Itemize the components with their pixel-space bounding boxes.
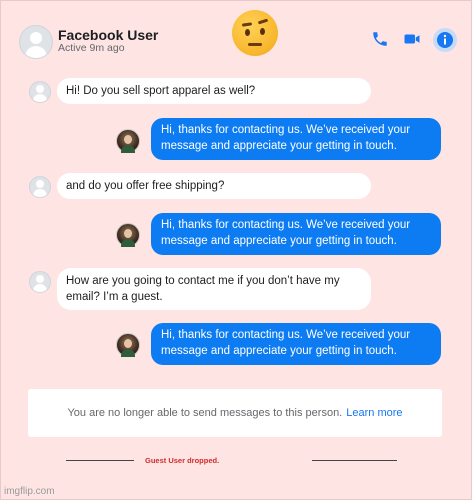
incoming-message: and do you offer free shipping?	[57, 173, 371, 199]
contact-name[interactable]: Facebook User	[58, 27, 158, 43]
info-icon	[437, 32, 453, 48]
user-avatar	[29, 271, 51, 293]
business-avatar	[116, 333, 140, 357]
phone-icon[interactable]	[371, 30, 389, 48]
business-avatar	[116, 129, 140, 153]
outgoing-message: Hi, thanks for contacting us. We’ve rece…	[151, 323, 441, 365]
raised-eyebrow-emoji	[232, 10, 278, 56]
active-status: Active 9m ago	[58, 42, 125, 54]
dropped-status: Guest User dropped.	[145, 456, 220, 465]
incoming-message: How are you going to contact me if you d…	[57, 268, 371, 310]
user-avatar	[29, 81, 51, 103]
incoming-message: Hi! Do you sell sport apparel as well?	[57, 78, 371, 104]
business-avatar	[116, 223, 140, 247]
blocked-notice: You are no longer able to send messages …	[28, 389, 442, 437]
learn-more-link[interactable]: Learn more	[346, 407, 402, 419]
watermark: imgflip.com	[4, 486, 55, 497]
divider-line	[66, 460, 134, 461]
notice-text: You are no longer able to send messages …	[67, 407, 343, 419]
header-avatar[interactable]	[19, 25, 53, 59]
video-camera-icon[interactable]	[403, 30, 421, 48]
outgoing-message: Hi, thanks for contacting us. We’ve rece…	[151, 213, 441, 255]
outgoing-message: Hi, thanks for contacting us. We’ve rece…	[151, 118, 441, 160]
info-button[interactable]	[433, 28, 457, 52]
divider-line	[312, 460, 397, 461]
user-avatar	[29, 176, 51, 198]
